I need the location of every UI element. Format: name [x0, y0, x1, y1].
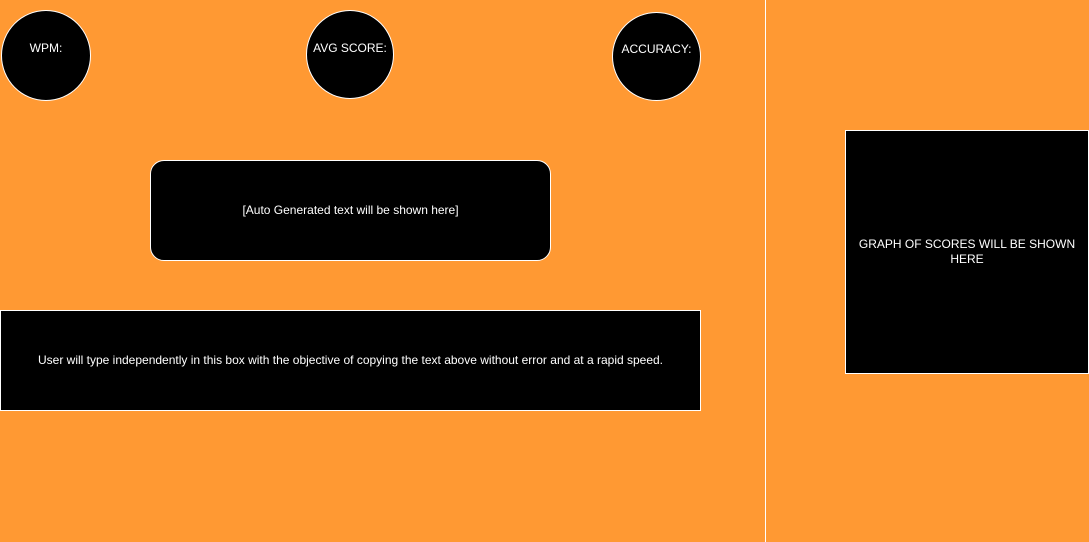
typing-input-box[interactable]: User will type independently in this box…	[0, 310, 701, 411]
typing-input-placeholder: User will type independently in this box…	[37, 353, 664, 367]
accuracy-stat-circle: ACCURACY:	[612, 12, 701, 101]
wpm-stat-circle: WPM:	[1, 10, 91, 101]
generated-text-panel: [Auto Generated text will be shown here]	[150, 160, 551, 261]
vertical-divider	[765, 0, 766, 542]
score-graph-placeholder: GRAPH OF SCORES WILL BE SHOWN HERE	[858, 237, 1076, 266]
wpm-label: WPM:	[29, 41, 63, 55]
avg-score-label: AVG SCORE:	[313, 41, 387, 55]
avg-score-stat-circle: AVG SCORE:	[306, 10, 394, 99]
generated-text-placeholder: [Auto Generated text will be shown here]	[242, 203, 459, 217]
accuracy-label: ACCURACY:	[621, 42, 692, 56]
score-graph-panel: GRAPH OF SCORES WILL BE SHOWN HERE	[845, 130, 1089, 374]
